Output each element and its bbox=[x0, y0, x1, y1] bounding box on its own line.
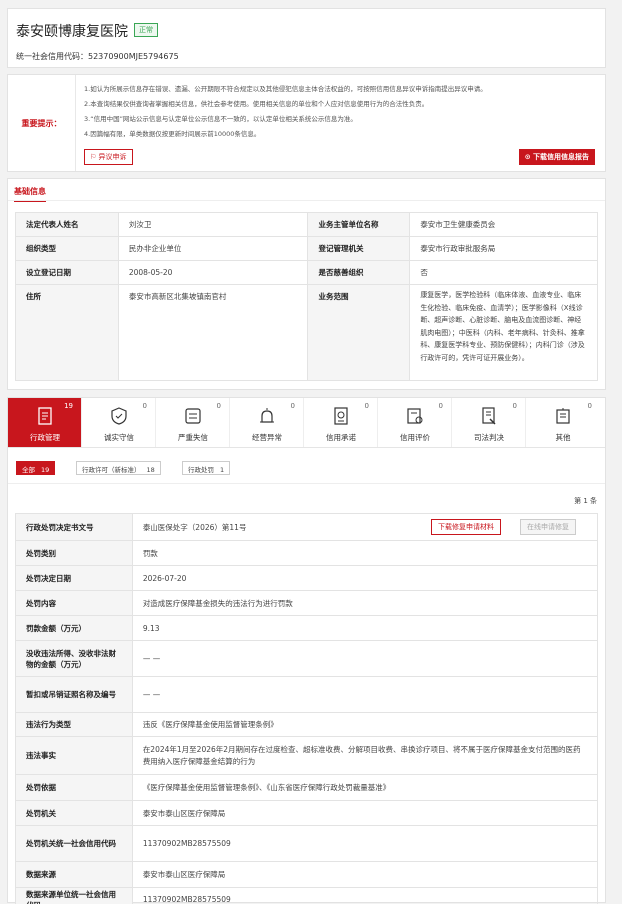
objection-button[interactable]: ⚐ 异议申诉 bbox=[84, 149, 133, 165]
tab-honesty[interactable]: 0 诚实守信 bbox=[82, 398, 156, 447]
org-name: 泰安颐博康复医院 bbox=[16, 24, 128, 40]
tab-admin-management[interactable]: 19 行政管理 bbox=[8, 398, 82, 447]
table-row: 处罚机关统一社会信用代码 11370902MB28575509 bbox=[15, 825, 599, 862]
notice-label: 重要提示： bbox=[8, 75, 76, 171]
table-row: 设立登记日期 2008-05-20 是否慈善组织 否 bbox=[15, 260, 598, 285]
table-row: 处罚机关 泰安市泰山区医疗保障局 bbox=[15, 800, 599, 826]
table-row: 处罚决定日期 2026-07-20 bbox=[15, 565, 599, 591]
notice-line-1: 1.如认为所展示信息存在错误、遗漏、公开期限不符合规定以及其他侵犯信息主体合法权… bbox=[84, 85, 487, 93]
abnormal-alarm-icon bbox=[260, 408, 274, 423]
notice-line-2: 2.本查询结果仅供查询者掌握相关信息，供社会参考使用。使用相关信息的单位和个人应… bbox=[84, 100, 429, 108]
tab-abnormal-operation[interactable]: 0 经营异常 bbox=[230, 398, 304, 447]
download-repair-materials-button[interactable]: 下载修复申请材料 bbox=[431, 519, 501, 535]
table-row: 数据来源 泰安市泰山区医疗保障局 bbox=[15, 861, 599, 888]
important-notice: 重要提示： 1.如认为所展示信息存在错误、遗漏、公开期限不符合规定以及其他侵犯信… bbox=[7, 74, 606, 172]
tab-other[interactable]: 0 其他 bbox=[526, 398, 600, 447]
admin-doc-icon bbox=[38, 407, 52, 425]
credit-code: 统一社会信用代码：52370900MJE5794675 bbox=[16, 52, 179, 61]
table-row: 数据来源单位统一社会信用代码11370902MB28575509 bbox=[15, 887, 599, 904]
table-row: 暂扣或吊销证照名称及编号 — — bbox=[15, 676, 599, 713]
table-row: 行政处罚决定书文号 泰山医保处字（2026）第11号 bbox=[15, 513, 599, 541]
status-badge: 正常 bbox=[134, 23, 158, 37]
table-row: 处罚内容 对造成医疗保障基金损失的违法行为进行罚款 bbox=[15, 590, 599, 616]
serious-dishonest-icon bbox=[185, 408, 201, 424]
table-row: 组织类型 民办非企业单位 登记管理机关 泰安市行政审批服务局 bbox=[15, 236, 598, 261]
table-row: 法定代表人姓名 刘汝卫 业务主管单位名称 泰安市卫生健康委员会 bbox=[15, 212, 598, 237]
record-count: 第 1 条 bbox=[574, 497, 597, 505]
credit-records-section: 19 行政管理 0 诚实守信 0 严重失信 0 经营异常 0 信用承诺 0 信用… bbox=[7, 397, 606, 904]
basic-info-section: 基础信息 法定代表人姓名 刘汝卫 业务主管单位名称 泰安市卫生健康委员会 组织类… bbox=[7, 178, 606, 390]
basic-info-table: 法定代表人姓名 刘汝卫 业务主管单位名称 泰安市卫生健康委员会 组织类型 民办非… bbox=[15, 212, 598, 381]
table-row: 处罚依据 《医疗保障基金使用监督管理条例》、《山东省医疗保障行政处罚裁量基准》 bbox=[15, 774, 599, 801]
tab-credit-promise[interactable]: 0 信用承诺 bbox=[304, 398, 378, 447]
table-row: 违法行为类型 违反《医疗保障基金使用监督管理条例》 bbox=[15, 712, 599, 737]
table-row: 没收违法所得、没收非法财物的金额（万元） — — bbox=[15, 640, 599, 677]
table-row: 违法事实 在2024年1月至2026年2月期间存在过度检查、超标准收费、分解项目收… bbox=[15, 736, 599, 775]
penalty-record-table: 行政处罚决定书文号 泰山医保处字（2026）第11号 处罚类别 罚款 处罚决定日期 2… bbox=[15, 513, 599, 904]
other-building-icon bbox=[556, 408, 570, 424]
tab-judicial[interactable]: 0 司法判决 bbox=[452, 398, 526, 447]
download-report-button[interactable]: ⊙ 下载信用信息报告 bbox=[518, 149, 595, 165]
filter-all[interactable]: 全部 19 bbox=[16, 461, 56, 475]
download-icon: ⊙ bbox=[524, 153, 533, 161]
notice-line-4: 4.因篇幅有限，单类数据仅按更新时间展示前10000条信息。 bbox=[84, 130, 261, 138]
org-header: 泰安颐博康复医院 正常 统一社会信用代码：52370900MJE5794675 bbox=[7, 8, 606, 68]
credit-promise-icon bbox=[334, 407, 348, 425]
table-row: 住所 泰安市高新区北集坡镇南官村 业务范围 康复医学，医学检验科（临床体液、血液… bbox=[15, 284, 598, 381]
credit-evaluation-icon bbox=[407, 408, 423, 424]
tab-serious-dishonest[interactable]: 0 严重失信 bbox=[156, 398, 230, 447]
notice-line-3: 3.“信用中国”网站公示信息与认定单位公示信息不一致的，以认定单位相关系统公示信… bbox=[84, 115, 357, 123]
online-repair-button[interactable]: 在线申请修复 bbox=[520, 519, 576, 535]
table-row: 罚款金额（万元） 9.13 bbox=[15, 615, 599, 641]
honesty-shield-icon bbox=[111, 407, 127, 425]
tab-credit-evaluation[interactable]: 0 信用评价 bbox=[378, 398, 452, 447]
filter-admin-license[interactable]: 行政许可（新标准） 18 bbox=[76, 461, 161, 475]
filter-admin-penalty[interactable]: 行政处罚 1 bbox=[182, 461, 231, 475]
objection-icon: ⚐ bbox=[90, 153, 99, 161]
table-row: 处罚类别 罚款 bbox=[15, 540, 599, 566]
judicial-doc-icon bbox=[482, 407, 496, 425]
